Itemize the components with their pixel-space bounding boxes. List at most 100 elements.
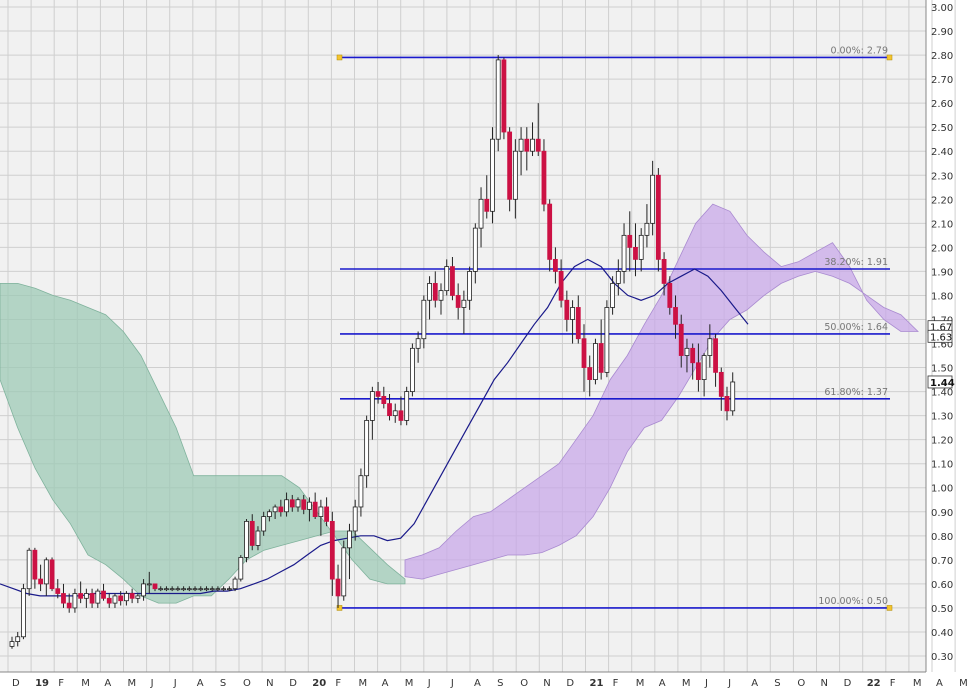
y-tick-label: 3.00 xyxy=(931,3,953,14)
x-tick-label: M xyxy=(128,678,137,689)
candle-body xyxy=(558,271,564,301)
candle-body xyxy=(547,203,553,260)
candle-body xyxy=(307,501,312,510)
candle-body xyxy=(164,588,169,591)
candle-body xyxy=(32,549,38,580)
fib-label: 50.00%: 1.64 xyxy=(824,322,888,333)
candle-body xyxy=(341,547,347,597)
x-tick-label: A xyxy=(659,678,666,689)
candle-body xyxy=(598,343,604,373)
fib-anchor-handle[interactable] xyxy=(336,54,343,61)
x-tick-label: A xyxy=(382,678,389,689)
candle-body xyxy=(524,138,530,152)
candle-body xyxy=(329,520,335,580)
chart-container: 0.00%: 2.79 38.20%: 1.91 50.00%: 1.64 61.80… xyxy=(0,0,968,693)
candle-body xyxy=(421,299,427,340)
candle-body xyxy=(175,588,181,591)
candle-body xyxy=(192,588,198,591)
x-tick-label: D xyxy=(12,678,20,689)
candle-body xyxy=(381,395,387,405)
fib-anchor-handle[interactable] xyxy=(886,605,893,611)
y-tick-label: 2.60 xyxy=(931,99,953,110)
candle-body xyxy=(38,578,43,585)
candle-body xyxy=(158,588,164,591)
candle-body xyxy=(335,578,341,597)
candle-body xyxy=(438,290,444,301)
y-tick-label: 2.20 xyxy=(931,195,953,206)
candle-body xyxy=(55,588,61,594)
candle-body xyxy=(409,347,415,392)
candle-body xyxy=(261,516,267,532)
y-tick-label: 1.10 xyxy=(931,460,953,471)
candle xyxy=(21,583,26,640)
candle-body xyxy=(724,395,730,412)
candle-body xyxy=(575,307,581,340)
x-tick-label: D xyxy=(566,678,574,689)
candle-body xyxy=(112,595,118,604)
candle-body xyxy=(696,362,701,380)
candle-body xyxy=(655,174,661,260)
x-tick-label: A xyxy=(197,678,204,689)
y-tick-label: 0.40 xyxy=(931,628,953,639)
candle-body xyxy=(444,266,450,292)
y-tick-label: 0.30 xyxy=(931,652,953,663)
candle xyxy=(490,127,495,224)
x-tick-label: A xyxy=(104,678,111,689)
candle-body xyxy=(232,578,238,590)
x-axis-ticks: D 19 F M A M J J A S O N D 20 F M A M J J A S O N D 21 F M A M J J A S O N D… xyxy=(12,678,968,689)
candle-body xyxy=(678,323,684,356)
candle-body xyxy=(450,266,455,296)
candle-body xyxy=(295,499,301,508)
y-tick-label: 2.00 xyxy=(931,243,953,254)
candle-body xyxy=(289,499,295,508)
candle-body xyxy=(593,343,598,380)
candle-body xyxy=(530,138,535,152)
candle-body xyxy=(461,299,467,308)
x-tick-label: O xyxy=(520,678,528,689)
candle-body xyxy=(518,138,524,152)
candle-body xyxy=(718,371,724,397)
candle-body xyxy=(272,506,278,513)
y-tick-label: 2.80 xyxy=(931,51,953,62)
candle-body xyxy=(15,636,21,642)
candle-body xyxy=(415,338,421,349)
candle xyxy=(26,547,32,596)
candle xyxy=(655,168,661,272)
candle-body xyxy=(387,403,392,417)
candle-body xyxy=(690,347,696,364)
candle-body xyxy=(26,549,32,590)
x-tick-label: M xyxy=(682,678,691,689)
x-tick-label: S xyxy=(220,678,226,689)
x-tick-label: A xyxy=(936,678,943,689)
fib-label: 100.00%: 0.50 xyxy=(818,596,888,607)
candle-body xyxy=(455,295,461,308)
y-tick-label: 1.30 xyxy=(931,412,953,423)
candle-body xyxy=(684,347,690,356)
candlestick-chart: 0.00%: 2.79 38.20%: 1.91 50.00%: 1.64 61.80… xyxy=(0,0,968,689)
candle-body xyxy=(89,593,95,604)
candle xyxy=(404,386,410,426)
candle-body xyxy=(627,234,633,248)
candle-body xyxy=(661,258,667,284)
candle xyxy=(49,557,55,592)
y-tick-label: 2.10 xyxy=(931,219,953,230)
candle xyxy=(341,540,347,601)
candle-body xyxy=(186,588,192,591)
candle-body xyxy=(226,588,232,591)
candle-body xyxy=(701,355,707,380)
x-tick-label: O xyxy=(243,678,251,689)
candle-body xyxy=(129,593,135,599)
candle-body xyxy=(215,588,221,591)
candle-body xyxy=(507,131,513,200)
y-tick-label: 1.90 xyxy=(931,267,953,278)
candle-body xyxy=(66,602,72,609)
fib-anchor-handle[interactable] xyxy=(886,54,893,61)
candle-body xyxy=(478,198,484,229)
candle-body xyxy=(135,595,141,599)
candle-body xyxy=(181,588,187,591)
x-tick-label: O xyxy=(797,678,805,689)
candle-body xyxy=(72,593,78,609)
candle-body xyxy=(101,590,106,599)
candle-body xyxy=(427,283,432,301)
candle-body xyxy=(553,258,558,272)
